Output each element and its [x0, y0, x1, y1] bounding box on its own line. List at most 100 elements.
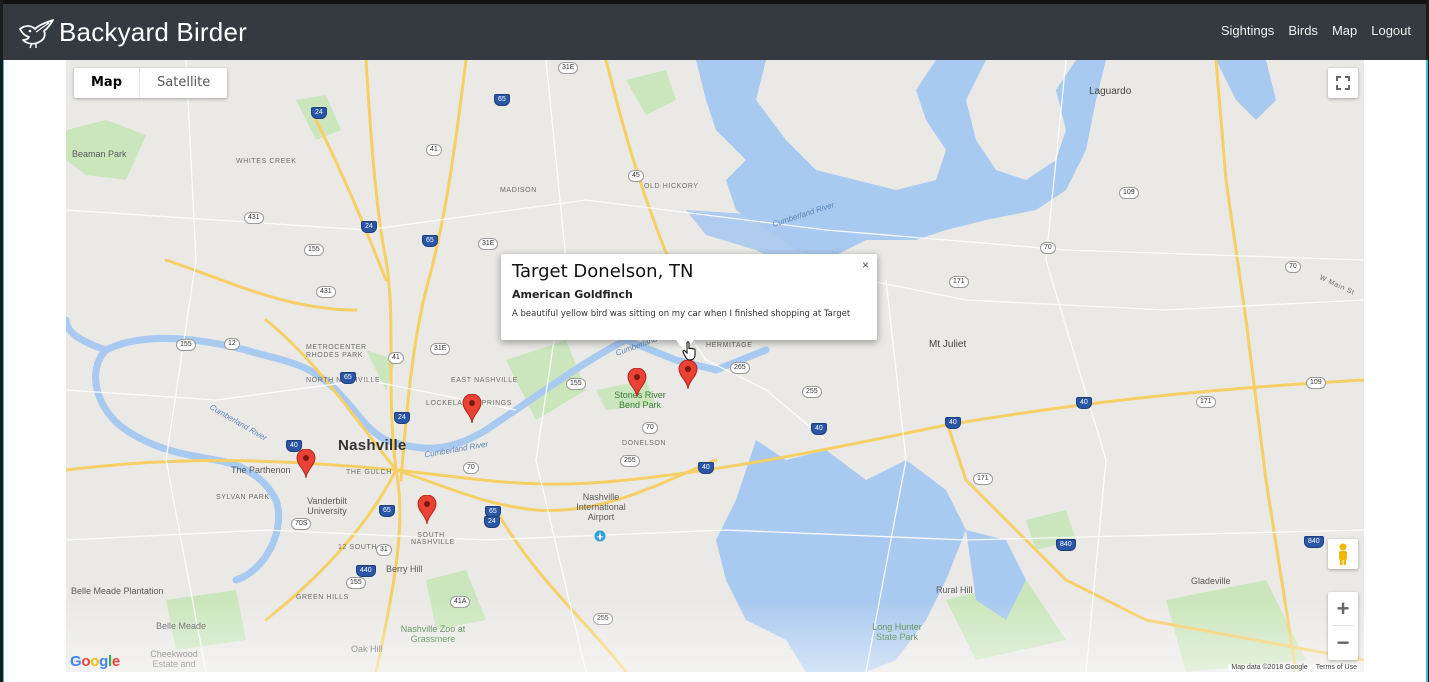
route-shield: 70 [642, 422, 658, 434]
route-shield: 109 [1306, 377, 1326, 389]
place-donelson: DONELSON [622, 440, 667, 447]
map-marker[interactable] [296, 449, 316, 479]
place-nashville-zoo: Nashville Zoo at Grassmere [400, 624, 466, 644]
route-shield: 40 [698, 462, 714, 474]
nav-links: Sightings Birds Map Logout [1207, 21, 1411, 40]
place-beaman-park: Beaman Park [72, 149, 127, 159]
place-sylvan-park: SYLVAN PARK [216, 494, 270, 501]
place-hermitage: HERMITAGE [706, 342, 753, 349]
place-metrocenter: METROCENTER [306, 344, 367, 351]
place-rhodes-park: RHODES PARK [306, 352, 364, 359]
route-shield: 31E [478, 238, 499, 250]
place-the-gulch: THE GULCH [346, 469, 392, 476]
route-shield: 40 [811, 423, 827, 435]
info-window-bird: American Goldfinch [512, 288, 633, 301]
route-shield: 65 [494, 94, 510, 106]
navbar: Backyard Birder Sightings Birds Map Logo… [3, 4, 1426, 60]
route-shield: 12 [224, 338, 240, 350]
window-left-accent [3, 60, 4, 682]
bird-icon [19, 19, 54, 49]
map-marker[interactable] [462, 394, 482, 424]
place-vanderbilt: Vanderbilt University [307, 496, 347, 516]
pegman-icon [1339, 543, 1347, 565]
place-whites-creek: WHITES CREEK [236, 158, 297, 165]
map-marker[interactable] [678, 360, 698, 390]
route-shield: 431 [316, 286, 336, 298]
place-nashville-airport: Nashville International Airport [576, 492, 626, 522]
route-shield: 41A [450, 596, 471, 608]
map-base-layer [66, 60, 1364, 672]
route-shield: 70 [463, 462, 479, 474]
nav-birds[interactable]: Birds [1274, 21, 1318, 40]
window-right-accent [1426, 60, 1428, 682]
place-belle-meade-plantation: Belle Meade Plantation [71, 586, 164, 596]
place-south-nashville: SOUTH NASHVILLE [411, 532, 455, 546]
place-mt-juliet: Mt Juliet [929, 339, 967, 350]
map-marker[interactable] [417, 495, 437, 525]
info-window: Target Donelson, TN American Goldfinch A… [501, 254, 877, 352]
terms-of-use-link[interactable]: Terms of Use [1316, 664, 1357, 671]
route-shield: 171 [973, 473, 993, 485]
hand-cursor-icon [682, 341, 696, 361]
place-nashville: Nashville [338, 437, 407, 454]
street-view-pegman[interactable] [1328, 539, 1358, 569]
route-shield: 41 [426, 144, 442, 156]
place-old-hickory: OLD HICKORY [644, 183, 699, 190]
route-shield: 31E [558, 62, 579, 74]
brand-link[interactable]: Backyard Birder [17, 14, 247, 50]
route-shield: 31 [376, 544, 392, 556]
place-belle-meade: Belle Meade [156, 621, 207, 631]
map-type-map[interactable]: Map [74, 68, 139, 98]
route-shield: 31E [430, 343, 451, 355]
route-shield: 24 [361, 221, 377, 233]
route-shield: 24 [311, 107, 327, 119]
route-shield: 255 [593, 613, 613, 625]
map-type-satellite[interactable]: Satellite [139, 68, 227, 98]
place-cheekwood: Cheekwood Estate and [150, 649, 198, 669]
google-logo[interactable]: Google [70, 653, 120, 670]
brand-title: Backyard Birder [59, 16, 247, 47]
nav-map[interactable]: Map [1318, 21, 1357, 40]
route-shield: 171 [1196, 396, 1216, 408]
place-berry-hill: Berry Hill [386, 564, 423, 574]
place-gladeville: Gladeville [1191, 576, 1231, 586]
info-window-close-button[interactable]: × [862, 258, 869, 272]
route-shield: 171 [949, 276, 969, 288]
route-shield: 840 [1056, 539, 1076, 551]
route-shield: 65 [379, 505, 395, 517]
place-laguardo: Laguardo [1089, 86, 1132, 97]
route-shield: 24 [484, 516, 500, 528]
route-shield: 109 [1119, 187, 1139, 199]
info-window-title: Target Donelson, TN [512, 261, 694, 282]
route-shield: 155 [176, 339, 196, 351]
route-shield: 65 [340, 372, 356, 384]
map-marker[interactable] [627, 368, 647, 398]
zoom-in-button[interactable]: + [1328, 592, 1358, 625]
zoom-out-button[interactable]: − [1328, 626, 1358, 659]
route-shield: 155 [346, 577, 366, 589]
place-the-parthenon: The Parthenon [231, 465, 291, 475]
info-window-description: A beautiful yellow bird was sitting on m… [512, 309, 851, 319]
route-shield: 40 [945, 417, 961, 429]
nav-sightings[interactable]: Sightings [1207, 21, 1274, 40]
route-shield: 70 [1040, 242, 1056, 254]
route-shield: 431 [244, 212, 264, 224]
route-shield: 24 [394, 412, 410, 424]
nav-logout[interactable]: Logout [1357, 21, 1411, 40]
place-green-hills: GREEN HILLS [296, 594, 349, 601]
route-shield: 70S [291, 518, 312, 530]
route-shield: 41 [388, 352, 404, 364]
fullscreen-icon [1336, 76, 1350, 90]
route-shield: 155 [566, 378, 586, 390]
place-east-nashville: EAST NASHVILLE [451, 377, 519, 384]
fullscreen-button[interactable] [1328, 68, 1358, 98]
route-shield: 255 [802, 386, 822, 398]
airport-icon [594, 530, 606, 542]
map-attribution: Map data ©2018 Google Terms of Use [1228, 664, 1360, 671]
route-shield: 255 [620, 455, 640, 467]
map-canvas[interactable]: Beaman Park WHITES CREEK MADISON OLD HIC… [66, 60, 1364, 672]
map-type-control: Map Satellite [74, 68, 228, 98]
route-shield: 40 [1076, 397, 1092, 409]
place-oak-hill: Oak Hill [351, 644, 383, 654]
route-shield: 45 [628, 170, 644, 182]
